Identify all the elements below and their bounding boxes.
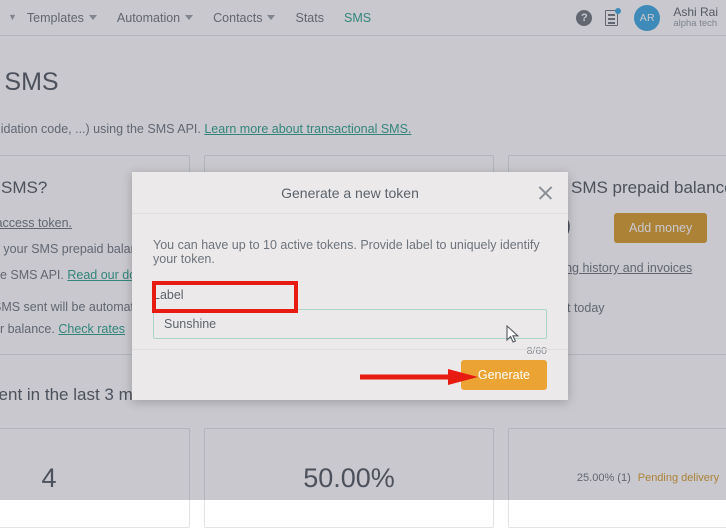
close-icon[interactable]: [537, 184, 554, 201]
dialog-title: Generate a new token: [281, 185, 419, 201]
generate-token-dialog: Generate a new token You can have up to …: [132, 172, 568, 400]
label-field-label: Label: [153, 288, 547, 302]
generate-button[interactable]: Generate: [461, 360, 547, 390]
dialog-footer: Generate: [132, 349, 568, 400]
dialog-body: You can have up to 10 active tokens. Pro…: [132, 214, 568, 357]
dialog-info-text: You can have up to 10 active tokens. Pro…: [153, 238, 547, 266]
dialog-header: Generate a new token: [132, 172, 568, 214]
label-input[interactable]: [153, 309, 547, 339]
